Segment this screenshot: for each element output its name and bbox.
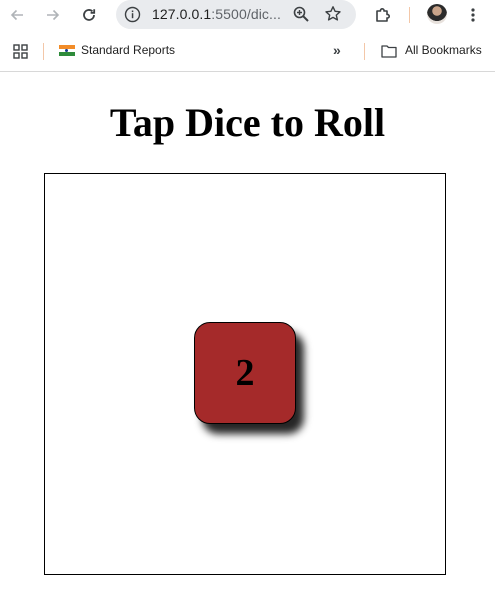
bookmarks-bar: Standard Reports » All Bookmarks <box>0 35 495 67</box>
arrow-left-icon <box>10 9 23 21</box>
kebab-menu-icon <box>471 8 475 22</box>
apps-grid-icon[interactable] <box>13 44 28 59</box>
die-value: 2 <box>235 352 255 394</box>
folder-icon <box>381 45 397 58</box>
url-host: 127.0.0.1 <box>152 6 212 22</box>
reload-icon <box>83 9 96 21</box>
bookmarks-overflow-button[interactable]: » <box>333 42 341 58</box>
all-bookmarks-button[interactable]: All Bookmarks <box>405 43 482 57</box>
dice-board: 2 <box>44 173 446 575</box>
puzzle-icon <box>376 8 390 22</box>
chrome-menu-button[interactable] <box>460 3 486 27</box>
zoom-icon[interactable] <box>292 5 310 23</box>
url-path: :5500/dic... <box>211 6 281 22</box>
browser-toolbar: 127.0.0.1:5500/dic... <box>0 0 495 30</box>
bookmark-separator <box>43 43 44 60</box>
extensions-button[interactable] <box>370 3 396 27</box>
address-bar[interactable]: 127.0.0.1:5500/dic... <box>116 0 356 29</box>
star-icon[interactable] <box>324 5 342 23</box>
info-icon[interactable] <box>124 6 141 23</box>
toolbar-divider <box>0 71 495 72</box>
india-flag-icon <box>59 45 75 56</box>
forward-button[interactable] <box>40 3 66 27</box>
arrow-right-icon <box>47 9 60 21</box>
die-button[interactable]: 2 <box>194 322 296 424</box>
url-text[interactable]: 127.0.0.1:5500/dic... <box>152 6 281 22</box>
back-button[interactable] <box>4 3 30 27</box>
page-title: Tap Dice to Roll <box>109 100 386 145</box>
profile-avatar[interactable] <box>427 4 447 24</box>
reload-button[interactable] <box>76 3 102 27</box>
bookmark-separator <box>364 43 365 60</box>
toolbar-separator <box>409 7 410 23</box>
bookmark-standard-reports[interactable]: Standard Reports <box>81 43 175 57</box>
